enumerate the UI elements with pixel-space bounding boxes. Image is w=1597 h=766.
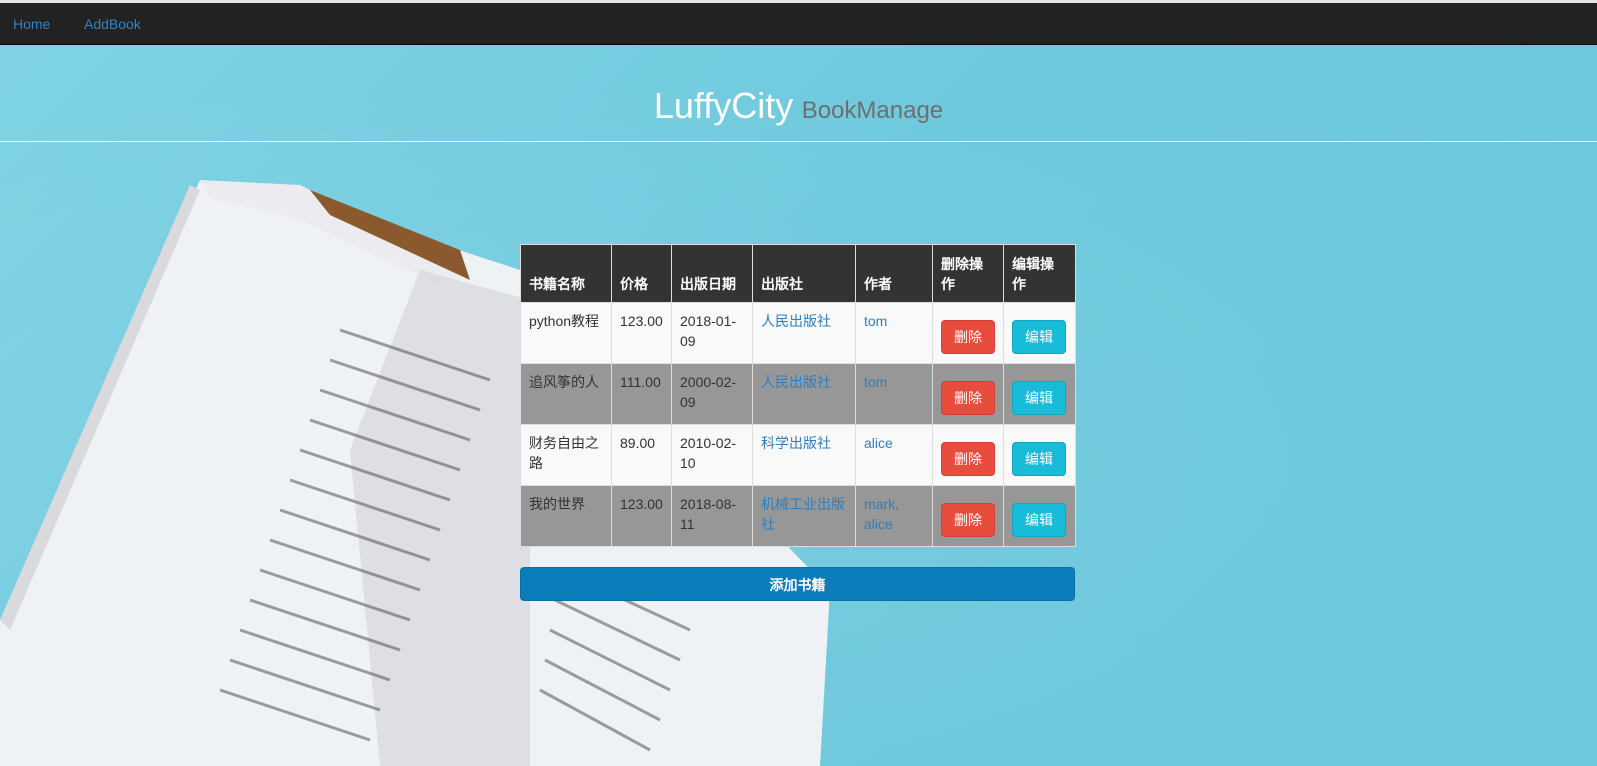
author-link[interactable]: alice [864,435,893,451]
delete-button[interactable]: 删除 [941,381,995,415]
author-link[interactable]: tom [864,374,887,390]
publisher-link[interactable]: 机械工业出版社 [761,496,845,532]
book-date: 2018-08-11 [671,485,753,547]
books-table-container: 书籍名称 价格 出版日期 出版社 作者 删除操作 编辑操作 python教程 1… [520,244,1076,547]
table-row: python教程 123.00 2018-01-09 人民出版社 tom 删除 … [520,302,1076,364]
publisher-link[interactable]: 人民出版社 [761,374,831,390]
book-date: 2010-02-10 [671,424,753,486]
author-link[interactable]: tom [864,313,887,329]
table-row: 我的世界 123.00 2018-08-11 机械工业出版社 mark, ali… [520,485,1076,547]
add-book-button[interactable]: 添加书籍 [520,567,1075,601]
book-name: 追风筝的人 [520,363,612,425]
author-link[interactable]: mark, alice [864,496,899,532]
table-row: 追风筝的人 111.00 2000-02-09 人民出版社 tom 删除 编辑 [520,363,1076,425]
column-header-delete: 删除操作 [932,244,1004,303]
edit-button[interactable]: 编辑 [1012,503,1066,537]
book-price: 89.00 [611,424,672,486]
book-name: 我的世界 [520,485,612,547]
page-header: LuffyCity BookManage [0,44,1597,142]
delete-button[interactable]: 删除 [941,320,995,354]
table-row: 财务自由之路 89.00 2010-02-10 科学出版社 alice 删除 编… [520,424,1076,486]
book-price: 123.00 [611,302,672,364]
publisher-link[interactable]: 人民出版社 [761,313,831,329]
table-header-row: 书籍名称 价格 出版日期 出版社 作者 删除操作 编辑操作 [520,244,1076,303]
column-header-publisher: 出版社 [752,244,856,303]
site-subtitle: BookManage [801,97,944,124]
edit-button[interactable]: 编辑 [1012,442,1066,476]
site-title: LuffyCity [653,85,794,126]
book-price: 123.00 [611,485,672,547]
edit-button[interactable]: 编辑 [1012,320,1066,354]
column-header-name: 书籍名称 [520,244,612,303]
navbar: Home AddBook [0,3,1597,45]
page-title: LuffyCity BookManage [0,85,1597,127]
book-date: 2018-01-09 [671,302,753,364]
book-price: 111.00 [611,363,672,425]
column-header-price: 价格 [611,244,672,303]
edit-button[interactable]: 编辑 [1012,381,1066,415]
column-header-date: 出版日期 [671,244,753,303]
nav-home-link[interactable]: Home [13,16,50,32]
column-header-author: 作者 [855,244,933,303]
book-name: python教程 [520,302,612,364]
delete-button[interactable]: 删除 [941,442,995,476]
book-date: 2000-02-09 [671,363,753,425]
nav-addbook-link[interactable]: AddBook [84,16,141,32]
publisher-link[interactable]: 科学出版社 [761,435,831,451]
column-header-edit: 编辑操作 [1003,244,1076,303]
delete-button[interactable]: 删除 [941,503,995,537]
book-name: 财务自由之路 [520,424,612,486]
books-table: 书籍名称 价格 出版日期 出版社 作者 删除操作 编辑操作 python教程 1… [520,244,1076,547]
